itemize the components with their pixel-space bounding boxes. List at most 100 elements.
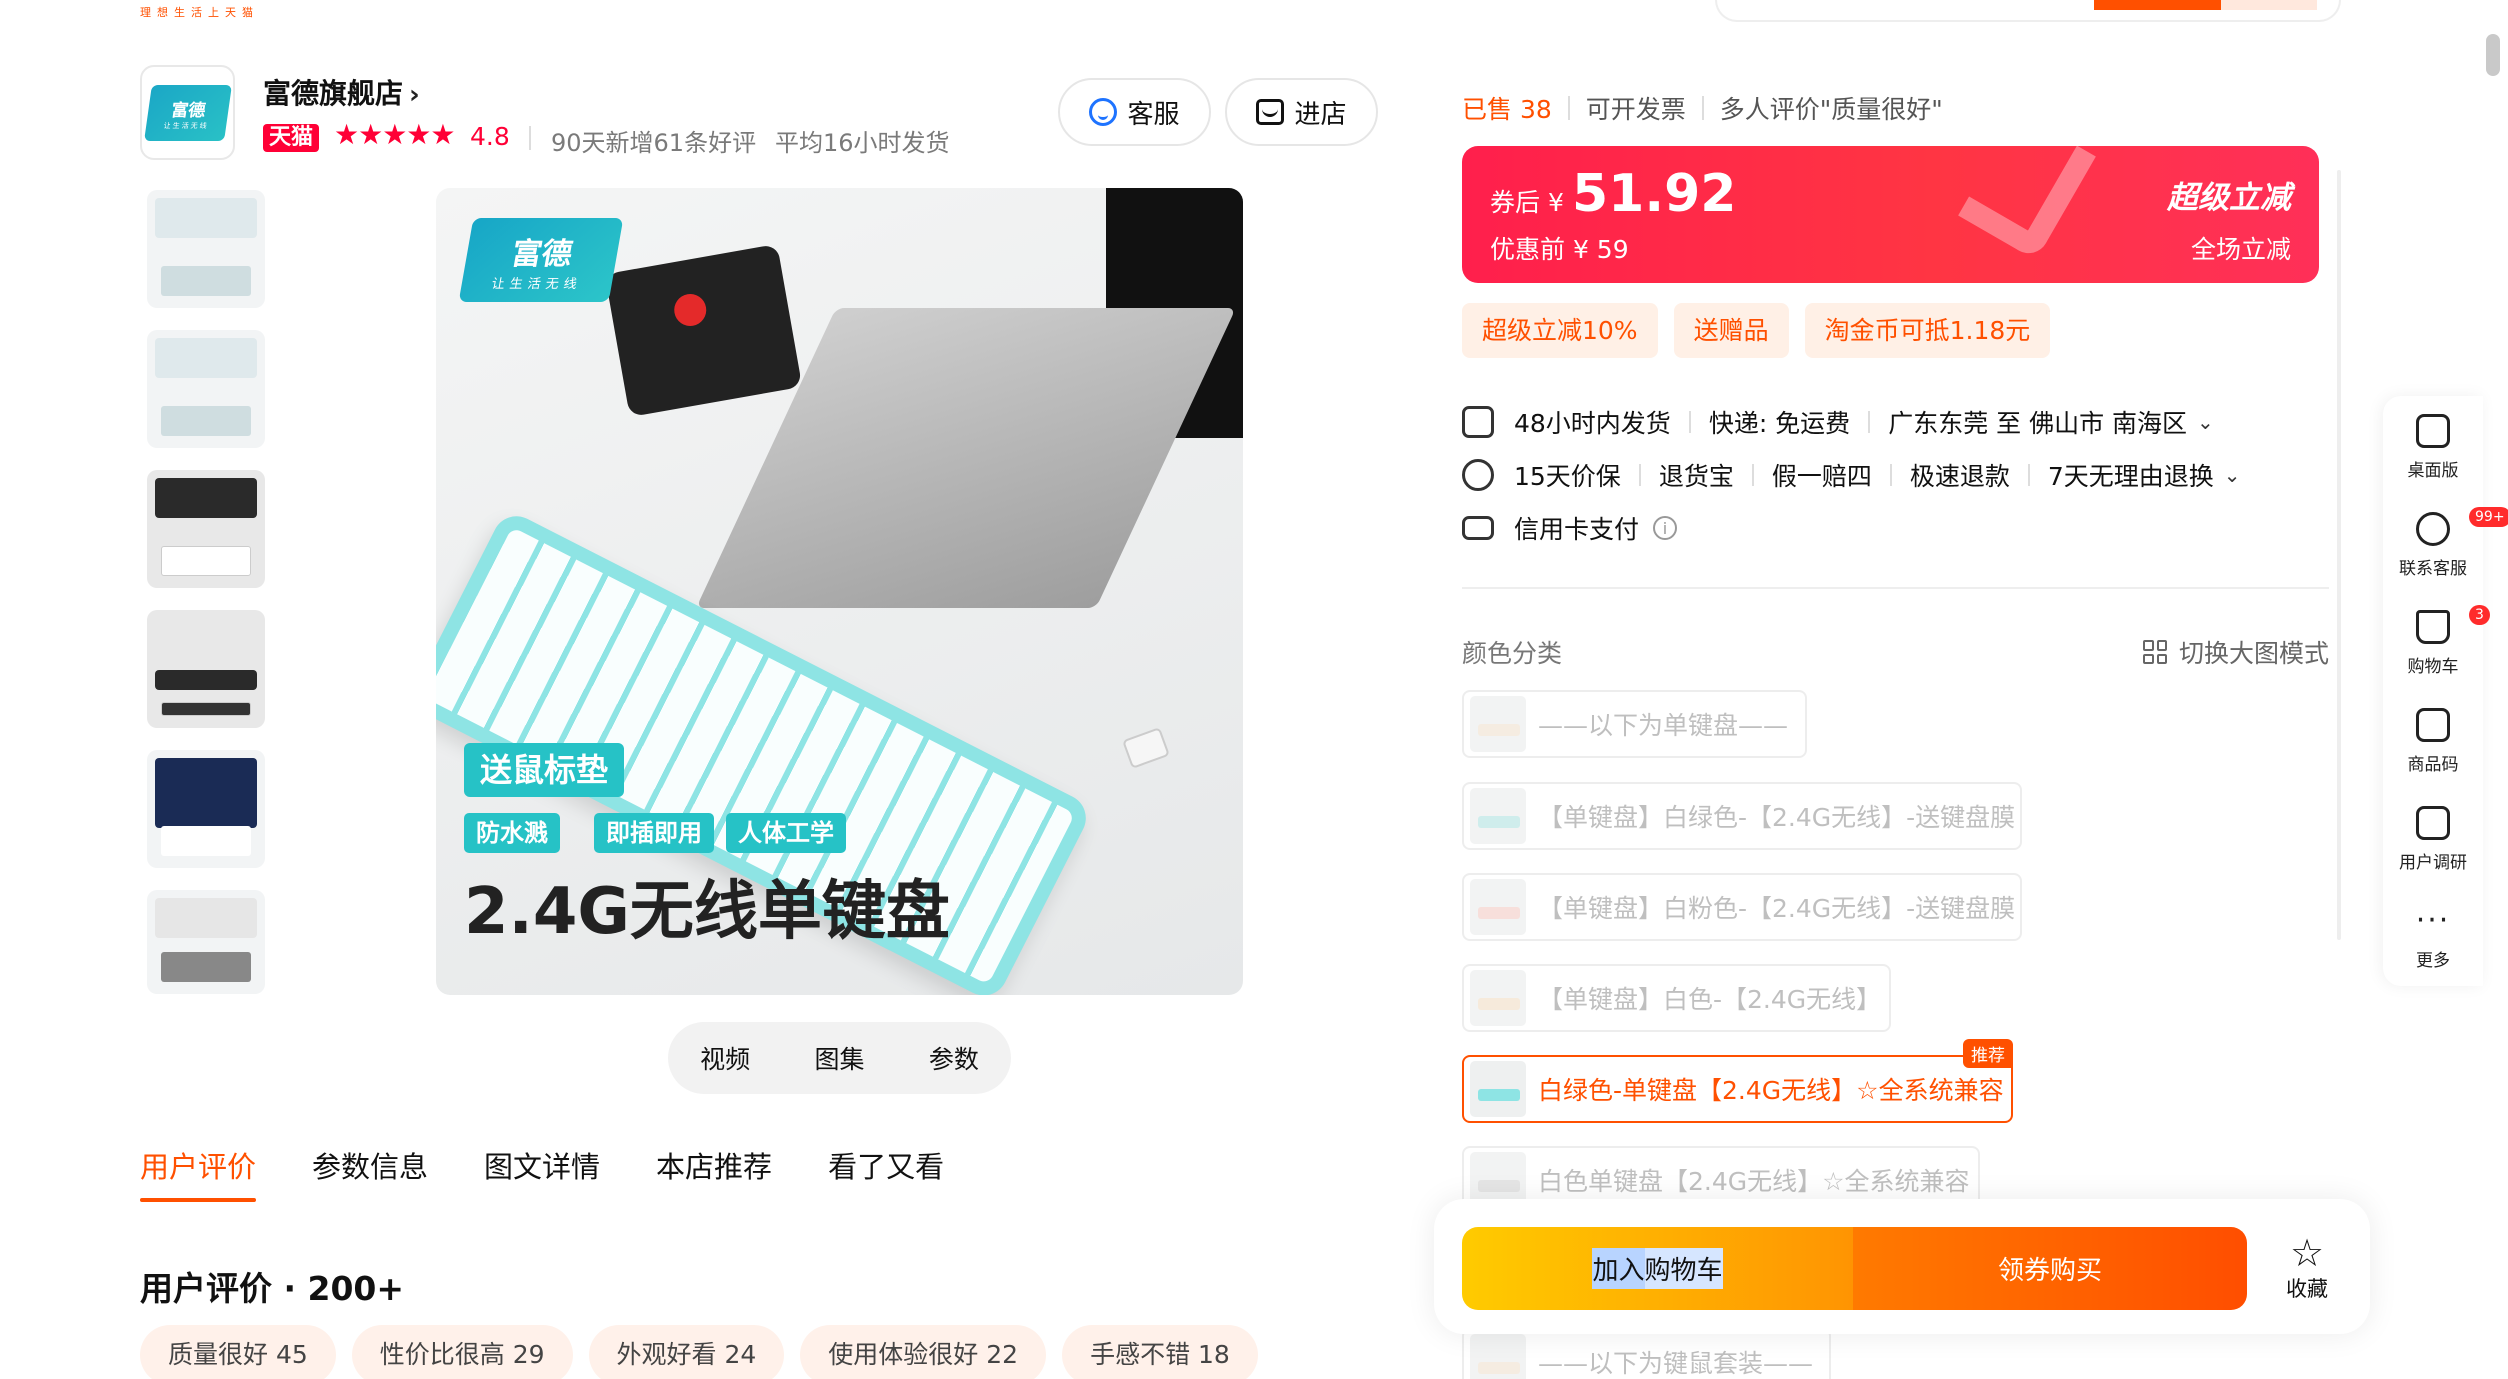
side-customer-service[interactable]: 99+ 联系客服 <box>2383 507 2508 579</box>
shop-name: 富德旗舰店 <box>263 77 404 110</box>
benefit-tag[interactable]: 超级立减10% <box>1462 303 1658 358</box>
rating-stars: ★★★★★ <box>334 118 456 151</box>
sku-option[interactable]: 【单键盘】白粉色-【2.4G无线】-送键盘膜 <box>1462 873 2022 941</box>
benefit-tag[interactable]: 淘金币可抵1.18元 <box>1804 303 2051 358</box>
review-tag[interactable]: 使用体验很好 22 <box>800 1325 1047 1379</box>
sold-count: 已售 38 <box>1462 95 1552 124</box>
promo-title: 超级立减 <box>2167 180 2291 216</box>
sku-option[interactable]: 【单键盘】白色-【2.4G无线】 <box>1462 964 1891 1032</box>
promo-subtitle: 全场立减 <box>2190 235 2291 264</box>
tab-details[interactable]: 图文详情 <box>484 1144 600 1186</box>
shop-logo-text: 富德 <box>169 100 207 120</box>
gallery-thumbnail-2[interactable] <box>147 330 265 448</box>
review-tag[interactable]: 质量很好 45 <box>140 1325 336 1379</box>
media-tab-gallery[interactable]: 图集 <box>814 1040 864 1076</box>
shop-logo[interactable]: 富德 让生活无线 <box>140 65 235 160</box>
guarantee-row[interactable]: 15天价保 退货宝 假一赔四 极速退款 7天无理由退换 ⌄ <box>1462 457 2241 493</box>
price-label: 券后 ¥ <box>1490 188 1564 217</box>
side-desktop-label: 桌面版 <box>2407 461 2459 481</box>
side-more-label: 更多 <box>2416 951 2450 971</box>
gallery-thumbnail-6[interactable] <box>147 890 265 994</box>
brand-tag: 富德 让生活无线 <box>458 218 624 302</box>
main-product-image[interactable]: 富德 让生活无线 送鼠标垫 防水溅 即插即用 人体工学 2.4G无线单键盘 <box>436 188 1243 995</box>
sku-scrollbar[interactable] <box>2337 170 2341 940</box>
service-icon <box>1089 98 1118 126</box>
shipping-row[interactable]: 48小时内发货 快递: 免运费 广东东莞 至 佛山市 南海区 ⌄ <box>1462 404 2214 440</box>
gallery-thumbnail-5[interactable] <box>147 750 265 868</box>
page-scrollbar[interactable] <box>2486 34 2500 76</box>
enter-store-label: 进店 <box>1294 99 1347 130</box>
add-to-cart-button[interactable]: 加入 购物车 <box>1462 1227 1853 1310</box>
guarantee-item: 极速退款 <box>1909 462 2010 491</box>
media-tab-video[interactable]: 视频 <box>700 1040 750 1076</box>
qrcode-icon <box>2416 708 2450 742</box>
tab-reviews[interactable]: 用户评价 <box>140 1144 257 1202</box>
chevron-right-icon: › <box>409 80 420 110</box>
tab-also-viewed[interactable]: 看了又看 <box>828 1144 944 1186</box>
sku-option[interactable]: ——以下为单键盘—— <box>1462 690 1807 758</box>
payment-method: 信用卡支付 <box>1514 515 1640 544</box>
credit-card-icon <box>1462 516 1494 540</box>
buy-with-coupon-button[interactable]: 领券购买 <box>1853 1227 2247 1310</box>
sku-option[interactable]: ——以下为键鼠套装—— <box>1462 1328 1831 1379</box>
price-card: 券后 ¥ 51.92 优惠前 ¥ 59 超级立减 全场立减 <box>1462 146 2319 283</box>
enter-store-button[interactable]: 进店 <box>1225 78 1378 146</box>
tab-params[interactable]: 参数信息 <box>312 1144 428 1186</box>
invoice-info: 可开发票 <box>1585 95 1686 124</box>
tab-store-picks[interactable]: 本店推荐 <box>656 1144 772 1186</box>
favorite-label: 收藏 <box>2286 1277 2328 1301</box>
gallery-thumbnail-3[interactable] <box>147 470 265 588</box>
gallery-thumbnail-4[interactable] <box>147 610 265 728</box>
favorite-button[interactable]: ☆ 收藏 <box>2272 1233 2342 1303</box>
side-more[interactable]: ··· 更多 <box>2383 904 2483 972</box>
guarantee-item: 假一赔四 <box>1771 462 1872 491</box>
image-headline: 2.4G无线单键盘 <box>464 875 950 949</box>
info-icon[interactable]: i <box>1653 516 1678 540</box>
price-value: 51.92 <box>1572 164 1737 224</box>
reviews-title: 用户评价 · 200+ <box>140 1269 405 1308</box>
promo-tag-ergonomic: 人体工学 <box>726 813 846 853</box>
survey-icon <box>2416 806 2450 840</box>
sku-label: 【单键盘】白绿色-【2.4G无线】-送键盘膜 <box>1538 803 2016 832</box>
side-service-label: 联系客服 <box>2399 559 2467 579</box>
star-icon: ☆ <box>2289 1231 2325 1275</box>
media-tab-params[interactable]: 参数 <box>929 1040 979 1076</box>
customer-service-button[interactable]: 客服 <box>1058 78 1211 146</box>
switch-large-image-mode[interactable]: 切换大图模式 <box>2143 634 2329 670</box>
review-tag[interactable]: 性价比很高 29 <box>351 1325 573 1379</box>
add-to-cart-label-selected: 加入 <box>1592 1248 1645 1289</box>
sku-label: 白色单键盘【2.4G无线】☆全系统兼容 <box>1538 1167 1970 1196</box>
side-survey[interactable]: 用户调研 <box>2383 806 2483 873</box>
side-qrcode[interactable]: 商品码 <box>2383 708 2483 775</box>
side-desktop[interactable]: 桌面版 <box>2383 414 2483 481</box>
shop-name-link[interactable]: 富德旗舰店 › <box>263 72 420 112</box>
switch-mode-label: 切换大图模式 <box>2179 639 2330 668</box>
side-cart[interactable]: 3 购物车 <box>2383 605 2490 677</box>
chevron-down-icon: ⌄ <box>2223 463 2241 487</box>
promo-tag-plug-and-play: 即插即用 <box>594 813 714 853</box>
customer-service-label: 客服 <box>1127 99 1180 130</box>
shield-icon <box>1462 459 1494 491</box>
review-tag[interactable]: 手感不错 18 <box>1062 1325 1258 1379</box>
shop-stat-reviews: 90天新增61条好评 <box>551 129 757 157</box>
sku-label: ——以下为键鼠套装—— <box>1538 1349 1814 1378</box>
gallery-thumbnail-1[interactable] <box>147 190 265 308</box>
price-before-discount: 优惠前 ¥ 59 <box>1490 235 1629 264</box>
detail-nav-tabs: 用户评价 参数信息 图文详情 本店推荐 看了又看 <box>140 1144 944 1202</box>
sku-option[interactable]: 【单键盘】白绿色-【2.4G无线】-送键盘膜 <box>1462 782 2022 850</box>
review-tag[interactable]: 外观好看 24 <box>588 1325 785 1379</box>
praise-summary: 多人评价"质量很好" <box>1719 95 1943 124</box>
sku-thumbnail <box>1470 1061 1526 1117</box>
divider <box>1462 587 2329 589</box>
shipping-route: 广东东莞 至 佛山市 南海区 <box>1888 409 2188 438</box>
promo-tag-waterproof: 防水溅 <box>464 813 560 853</box>
guarantee-item: 退货宝 <box>1658 462 1734 491</box>
purchase-action-bar: 加入 购物车 领券购买 ☆ 收藏 <box>1434 1199 2370 1334</box>
tmall-tagline: 理想生活上天猫 <box>140 6 259 19</box>
arrow-decoration <box>1958 146 2096 261</box>
shipping-time: 48小时内发货 <box>1514 409 1671 438</box>
benefit-tag[interactable]: 送赠品 <box>1673 303 1789 358</box>
side-qrcode-label: 商品码 <box>2407 755 2459 775</box>
grid-icon <box>2143 640 2167 664</box>
sku-option-selected[interactable]: 白绿色-单键盘【2.4G无线】☆全系统兼容 推荐 <box>1462 1039 2013 1123</box>
